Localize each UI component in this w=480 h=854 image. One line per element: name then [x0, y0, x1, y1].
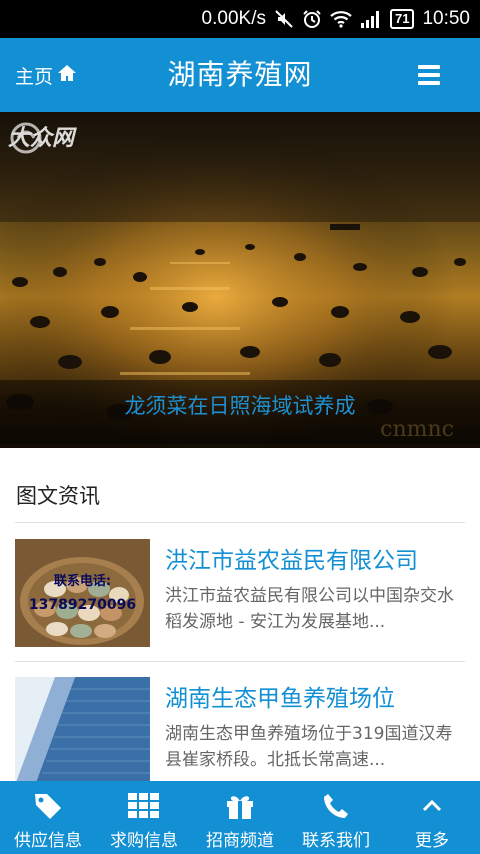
- article-thumbnail: [15, 677, 150, 785]
- nav-investment[interactable]: 招商频道: [192, 781, 288, 854]
- nav-supply[interactable]: 供应信息: [0, 781, 96, 854]
- menu-bar: [418, 81, 440, 85]
- eggs-image: [15, 539, 150, 647]
- list-item[interactable]: 联系电话: 13789270096 洪江市益农益民有限公司 洪江市益农益民有限公…: [15, 539, 465, 647]
- article-desc: 湖南生态甲鱼养殖场位于319国道汉寿县崔家桥段。北抵长常高速...: [165, 724, 453, 770]
- nav-label: 联系我们: [302, 831, 370, 851]
- chevron-up-icon: [421, 792, 443, 820]
- logo-icon: [10, 122, 42, 154]
- nav-more[interactable]: 更多: [384, 781, 480, 854]
- banner-carousel[interactable]: 大众网 龙须菜在日照海域试养成 cnmnc: [0, 112, 480, 448]
- article-title[interactable]: 洪江市益农益民有限公司: [165, 541, 418, 575]
- nav-contact[interactable]: 联系我们: [288, 781, 384, 854]
- home-icon: [57, 64, 77, 87]
- menu-bar: [418, 65, 440, 69]
- grid-icon: [128, 792, 160, 820]
- nav-purchase[interactable]: 求购信息: [96, 781, 192, 854]
- banner-watermark: cnmnc: [380, 417, 454, 442]
- thumb-contact-label: 联系电话:: [53, 574, 112, 589]
- banner-logo: 大众网: [8, 120, 74, 154]
- bottom-nav: 供应信息 求购信息 招商频道 联系我们 更多: [0, 781, 480, 854]
- phone-icon: [322, 792, 350, 820]
- nav-label: 更多: [415, 831, 449, 851]
- tag-icon: [33, 792, 63, 820]
- network-speed: 0.00K/s: [201, 8, 266, 29]
- menu-bar: [418, 73, 440, 77]
- building-image: [15, 677, 150, 785]
- clock: 10:50: [422, 8, 470, 29]
- alarm-icon: [302, 9, 322, 29]
- section-title: 图文资讯: [16, 484, 100, 508]
- divider: [15, 522, 465, 523]
- screen: 0.00K/s 71 10:50 湖南养殖网 主页 大众网 龙须菜在日照海域试养…: [0, 0, 480, 854]
- divider: [15, 661, 465, 662]
- menu-button[interactable]: [418, 65, 440, 85]
- list-item[interactable]: 湖南生态甲鱼养殖场位 湖南生态甲鱼养殖场位于319国道汉寿县崔家桥段。北抵长常高…: [15, 677, 465, 785]
- status-bar: 0.00K/s 71 10:50: [0, 0, 480, 38]
- mute-icon: [274, 9, 294, 29]
- article-thumbnail: 联系电话: 13789270096: [15, 539, 150, 647]
- article-title[interactable]: 湖南生态甲鱼养殖场位: [165, 679, 395, 713]
- nav-label: 求购信息: [110, 831, 178, 851]
- wifi-icon: [330, 10, 352, 28]
- battery-icon: 71: [389, 9, 415, 29]
- article-desc: 洪江市益农益民有限公司以中国杂交水稻发源地 - 安江为发展基地...: [165, 586, 454, 632]
- nav-label: 供应信息: [14, 831, 82, 851]
- app-header: 湖南养殖网 主页: [0, 38, 480, 112]
- home-link[interactable]: 主页: [15, 38, 77, 112]
- banner-caption-text[interactable]: 龙须菜在日照海域试养成: [0, 390, 480, 420]
- thumb-phone: 13789270096: [28, 597, 137, 613]
- gift-icon: [225, 792, 255, 820]
- signal-icon: [360, 10, 382, 28]
- home-label: 主页: [15, 65, 54, 88]
- nav-label: 招商频道: [206, 831, 274, 851]
